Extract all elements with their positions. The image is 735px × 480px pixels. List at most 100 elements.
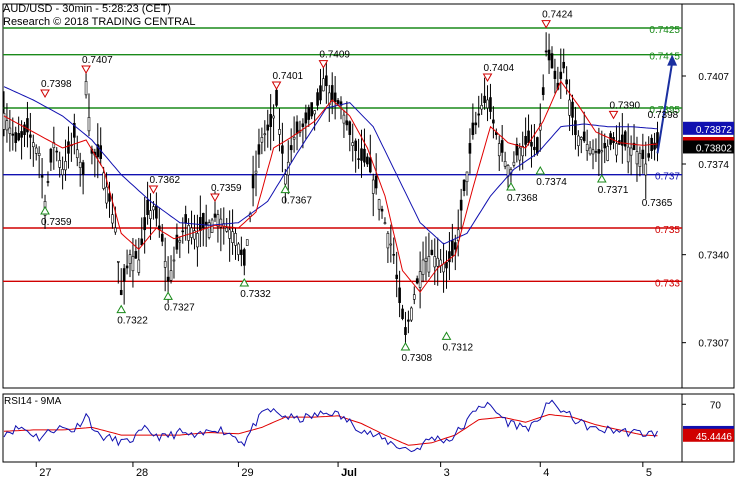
candle-body	[228, 229, 231, 239]
candle-body	[348, 121, 352, 135]
candle-body	[5, 120, 9, 131]
candle-body	[503, 161, 507, 167]
candle-body	[125, 265, 129, 269]
candle-body	[530, 141, 533, 147]
candle-body	[143, 217, 146, 231]
candle-body	[11, 133, 15, 136]
candle-body	[319, 85, 322, 101]
candle-body	[310, 102, 313, 117]
candle-body	[383, 222, 387, 224]
candle-body	[412, 294, 416, 300]
candle-body	[330, 85, 334, 101]
candle-body	[407, 319, 410, 322]
time-tick-label: 28	[136, 467, 148, 479]
candle-body	[562, 61, 566, 69]
time-tick-label: 4	[543, 467, 549, 479]
annotation-label: 0.7398	[41, 79, 72, 90]
price-chart: 0.74250.74150.73950.7370.7350.7330.73980…	[0, 0, 735, 480]
candle-body	[289, 145, 293, 151]
candle-body	[547, 49, 551, 61]
candle-body	[591, 149, 595, 155]
candle-body	[468, 143, 472, 154]
annotation-label: 0.7308	[401, 353, 432, 364]
candle-body	[474, 122, 478, 126]
rsi-tag-label: 45.4446	[696, 432, 733, 443]
candle-body	[263, 133, 267, 136]
candle-body	[292, 137, 296, 140]
candle-body	[275, 89, 278, 106]
candle-body	[623, 131, 627, 147]
candle-body	[480, 105, 483, 110]
candle-body	[345, 120, 349, 126]
level-label: 0.7415	[649, 52, 680, 63]
candle-body	[448, 251, 451, 263]
price-tag-label: 0.73802	[696, 143, 733, 154]
candle-body	[451, 240, 454, 256]
candle-body	[638, 153, 642, 167]
candle-body	[333, 92, 337, 103]
level-label: 0.733	[655, 278, 680, 289]
candle-body	[163, 261, 167, 268]
annotation-label: 0.7359	[211, 183, 242, 194]
time-tick-label: 3	[444, 467, 450, 479]
candle-body	[37, 153, 41, 156]
candle-body	[585, 144, 589, 151]
candle-body	[231, 231, 234, 243]
rsi-tick-label: 70	[710, 400, 722, 411]
candle-body	[421, 259, 425, 275]
candle-body	[75, 149, 79, 159]
candle-body	[369, 157, 372, 173]
candle-body	[445, 261, 448, 269]
candle-body	[424, 257, 428, 262]
candle-body	[137, 259, 141, 273]
candle-body	[565, 79, 568, 85]
candle-body	[371, 179, 375, 194]
candle-body	[389, 243, 393, 246]
candle-body	[301, 123, 305, 127]
candle-body	[536, 137, 539, 154]
candle-body	[284, 174, 287, 185]
candle-body	[430, 249, 434, 255]
candle-body	[533, 146, 536, 151]
annotation-label: 0.7424	[542, 10, 573, 21]
candle-body	[114, 227, 117, 233]
candle-body	[442, 263, 445, 273]
candle-body	[398, 287, 401, 303]
level-label: 0.735	[655, 225, 680, 236]
candle-body	[99, 145, 103, 159]
level-label: 0.7425	[649, 25, 680, 36]
candle-body	[78, 161, 82, 168]
candle-body	[64, 161, 67, 171]
candle-body	[427, 256, 431, 273]
candle-body	[582, 131, 586, 142]
time-tick-label: 29	[241, 467, 253, 479]
annotation-label: 0.7367	[281, 196, 312, 207]
candle-body	[160, 233, 164, 242]
annotation-label: 0.7371	[598, 185, 629, 196]
candle-body	[374, 175, 378, 189]
candle-body	[553, 70, 557, 79]
candle-body	[433, 256, 437, 268]
candle-body	[518, 147, 522, 161]
candle-body	[453, 242, 457, 250]
candle-body	[225, 227, 229, 232]
candle-body	[336, 100, 340, 104]
candle-body	[26, 118, 29, 133]
candle-body	[363, 148, 366, 163]
candle-body	[477, 113, 481, 116]
candle-body	[471, 122, 475, 135]
candle-body	[401, 308, 404, 319]
candle-body	[105, 186, 108, 204]
candle-body	[213, 213, 217, 218]
candle-body	[17, 133, 20, 141]
candle-body	[169, 270, 173, 281]
candle-body	[257, 144, 261, 155]
candle-body	[492, 119, 495, 124]
candle-body	[131, 256, 135, 272]
candle-body	[574, 120, 577, 135]
candle-body	[178, 240, 182, 243]
candle-body	[500, 140, 504, 153]
candle-body	[67, 141, 70, 154]
candle-body	[187, 225, 190, 241]
candle-body	[415, 278, 419, 284]
